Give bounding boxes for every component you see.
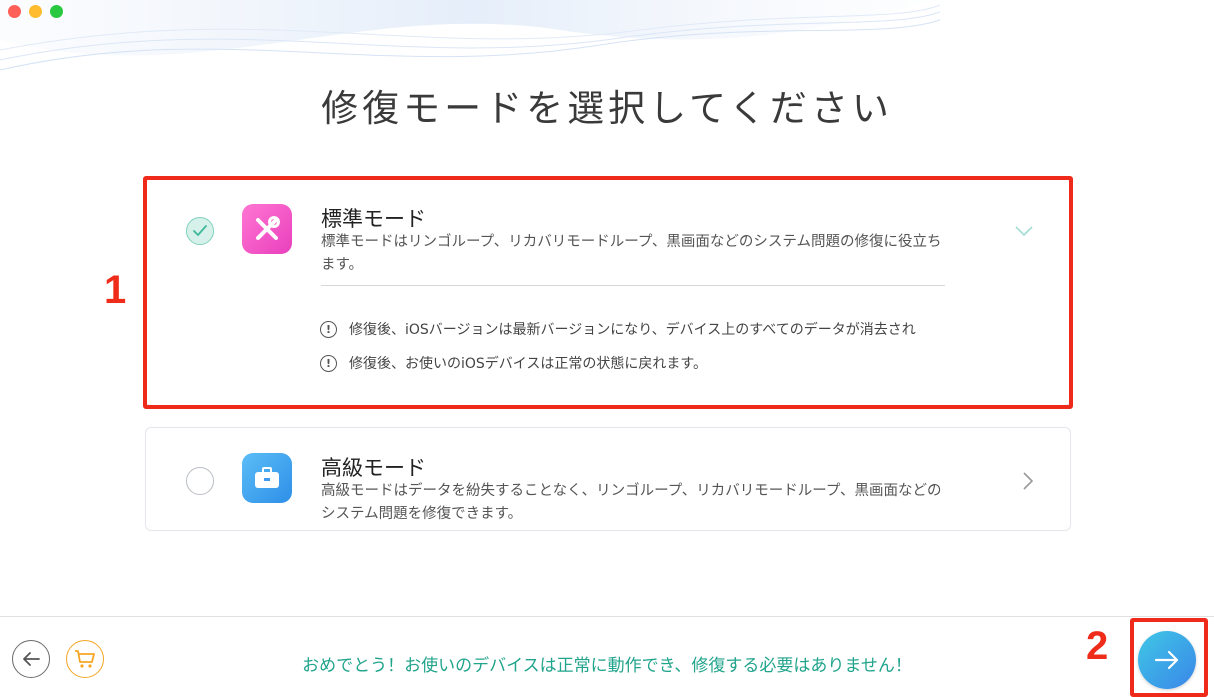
zoom-window-button[interactable] bbox=[50, 5, 63, 18]
footer-divider bbox=[0, 616, 1214, 617]
page-title: 修復モードを選択してください bbox=[321, 87, 893, 130]
annotation-label-2: 2 bbox=[1086, 624, 1109, 668]
annotation-label-1: 1 bbox=[104, 268, 127, 312]
briefcase-icon bbox=[242, 453, 292, 503]
header-wave-decoration bbox=[0, 0, 941, 71]
chevron-right-icon[interactable] bbox=[1022, 471, 1034, 491]
minimize-window-button[interactable] bbox=[29, 5, 42, 18]
advanced-mode-card[interactable]: 高級モード 高級モードはデータを紛失することなく、リンゴループ、リカバリモードル… bbox=[145, 427, 1071, 531]
close-window-button[interactable] bbox=[8, 5, 21, 18]
advanced-mode-radio[interactable] bbox=[186, 467, 214, 495]
advanced-mode-description: 高級モードはデータを紛失することなく、リンゴループ、リカバリモードループ、黒画面… bbox=[321, 483, 942, 522]
annotation-box-2 bbox=[1130, 618, 1208, 697]
window-controls bbox=[8, 5, 63, 18]
advanced-mode-title: 高級モード bbox=[321, 456, 426, 480]
status-message: おめでとう！お使いのデバイスは正常に動作でき、修復する必要はありません！ bbox=[302, 656, 912, 676]
annotation-box-1 bbox=[143, 176, 1073, 409]
